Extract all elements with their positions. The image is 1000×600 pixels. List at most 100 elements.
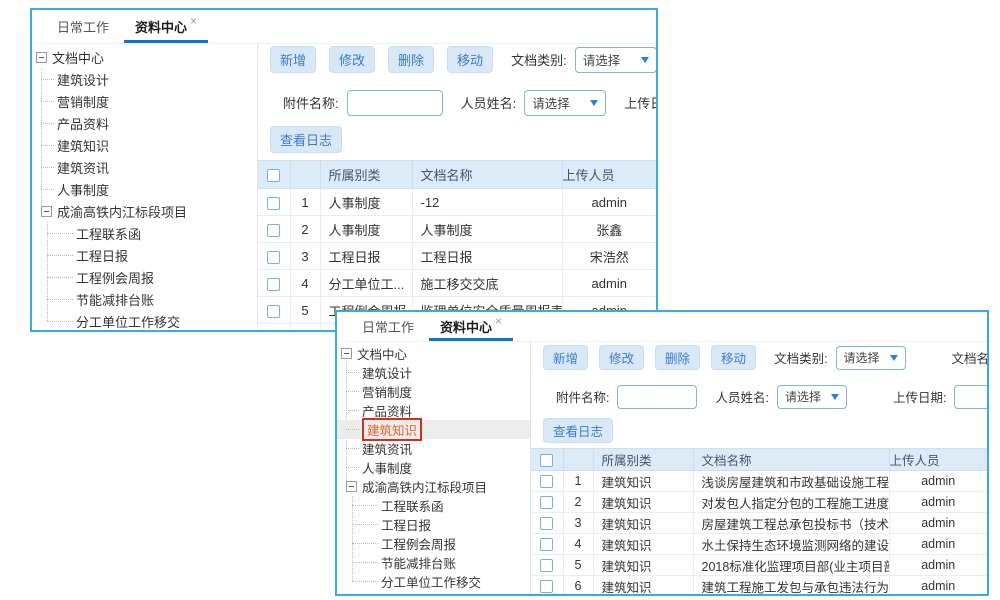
toolbar-button[interactable]: 移动 [447, 46, 493, 73]
table-row[interactable]: 4 分工单位工... 施工移交交底 admin [258, 270, 656, 297]
row-uploader: admin [889, 492, 987, 513]
tree-node[interactable]: 分工单位工作移交 [32, 310, 257, 330]
tree-connector [41, 189, 54, 190]
row-checkbox[interactable] [540, 559, 553, 572]
row-index: 4 [563, 534, 593, 555]
row-uploader: admin [889, 555, 987, 576]
tree-node[interactable]: 成渝高铁内江标段项目 [32, 200, 257, 222]
toolbar-button[interactable]: 新增 [543, 345, 588, 370]
toolbar-button[interactable]: 修改 [599, 345, 644, 370]
row-checkbox[interactable] [267, 305, 280, 318]
select-all-checkbox[interactable] [540, 454, 553, 467]
tree-connector [41, 167, 54, 168]
doc-category-select[interactable]: 请选择 [575, 47, 656, 73]
row-index: 6 [290, 324, 320, 331]
tree-node[interactable]: 建筑设计 [32, 68, 257, 90]
upload-date-input[interactable] [954, 385, 987, 409]
tree-node[interactable]: 建筑知识 [337, 420, 530, 439]
tree-node[interactable]: 分工单位工作移交 [337, 572, 530, 591]
table-row[interactable]: 4 建筑知识 水土保持生态环境监测网络的建设与... admin [531, 534, 987, 555]
row-uploader: admin [562, 270, 656, 297]
tree-node[interactable]: 工程例会周报 [32, 266, 257, 288]
row-checkbox[interactable] [267, 278, 280, 291]
tree-node[interactable]: 建筑资讯 [337, 439, 530, 458]
tab-daily-work[interactable]: 日常工作 [44, 10, 122, 43]
tab-data-center[interactable]: 资料中心 × [122, 10, 210, 43]
row-category: 建筑知识 [593, 555, 693, 576]
tree-node[interactable]: 建筑知识 [32, 134, 257, 156]
view-log-button[interactable]: 查看日志 [543, 418, 613, 443]
tree-node[interactable]: 建筑资讯 [32, 156, 257, 178]
row-checkbox[interactable] [267, 197, 280, 210]
row-checkbox[interactable] [540, 517, 553, 530]
toolbar-button[interactable]: 删除 [655, 345, 700, 370]
attachment-name-input[interactable] [347, 90, 443, 116]
upload-date-label: 上传日期: [893, 387, 946, 406]
tree-node[interactable]: 工程联系函 [32, 222, 257, 244]
tree-node[interactable]: 工程日报 [337, 515, 530, 534]
attachment-name-input[interactable] [617, 385, 697, 409]
table-row[interactable]: 5 建筑知识 2018标准化监理项目部(业主项目部)... admin [531, 555, 987, 576]
close-tab-icon[interactable]: × [495, 314, 502, 328]
table-row[interactable]: 3 工程日报 工程日报 宋浩然 [258, 243, 656, 270]
tab-daily-work[interactable]: 日常工作 [349, 312, 427, 341]
row-category: 人事制度 [320, 216, 412, 243]
doc-category-select[interactable]: 请选择 [836, 346, 906, 370]
documents-table: 所属别类 文档名称 上传人员 1 建筑知识 浅谈房屋建筑和市政基础设施工程施..… [531, 448, 987, 594]
row-checkbox[interactable] [267, 224, 280, 237]
tree-node[interactable]: 工程例会周报 [337, 534, 530, 553]
tree-node[interactable]: 人事制度 [32, 178, 257, 200]
toolbar-button[interactable]: 删除 [388, 46, 434, 73]
row-doc-name: -12 [412, 189, 562, 216]
tree-node[interactable]: 营销制度 [32, 90, 257, 112]
tree-node[interactable]: 节能减排台账 [337, 553, 530, 572]
toolbar-button[interactable]: 修改 [329, 46, 375, 73]
tree-node[interactable]: 人事制度 [337, 458, 530, 477]
row-checkbox[interactable] [540, 496, 553, 509]
tree-node[interactable]: 建筑设计 [337, 363, 530, 382]
tree-node[interactable]: 营销制度 [337, 382, 530, 401]
row-doc-name: 2018标准化监理项目部(业主项目部)... [693, 555, 889, 576]
tree-node-label: 工程联系函 [381, 496, 444, 515]
table-row[interactable]: 1 人事制度 -12 admin [258, 189, 656, 216]
tree-node[interactable]: 文档中心 [32, 46, 257, 68]
table-header-row: 所属别类 文档名称 上传人员 [531, 449, 987, 471]
document-tree: 文档中心 建筑设计 营销制度 [32, 44, 258, 330]
tree-node[interactable]: 产品资料 [32, 112, 257, 134]
row-checkbox[interactable] [540, 538, 553, 551]
table-row[interactable]: 3 建筑知识 房屋建筑工程总承包投标书（技术标... admin [531, 513, 987, 534]
toolbar-button[interactable]: 新增 [270, 46, 316, 73]
tree-node[interactable]: 工程联系函 [337, 496, 530, 515]
collapse-icon[interactable] [41, 206, 52, 217]
row-checkbox[interactable] [267, 251, 280, 264]
toolbar-button[interactable]: 移动 [711, 345, 756, 370]
collapse-icon[interactable] [36, 52, 47, 63]
data-center-window-1: 日常工作 资料中心 × 文档中心 [30, 8, 658, 332]
row-checkbox[interactable] [540, 475, 553, 488]
close-tab-icon[interactable]: × [190, 14, 197, 28]
view-log-button[interactable]: 查看日志 [270, 126, 342, 153]
person-name-select[interactable]: 请选择 [777, 385, 847, 409]
table-row[interactable]: 1 建筑知识 浅谈房屋建筑和市政基础设施工程施... admin [531, 471, 987, 492]
tree-node[interactable]: 工程日报 [32, 244, 257, 266]
tree-node[interactable]: 文档中心 [337, 344, 530, 363]
tree-node-label: 工程例会周报 [76, 268, 154, 287]
tree-connector [352, 524, 378, 525]
row-uploader: admin [562, 189, 656, 216]
table-row[interactable]: 2 建筑知识 对发包人指定分包的工程施工进度安... admin [531, 492, 987, 513]
select-all-checkbox[interactable] [267, 169, 280, 182]
row-index: 1 [290, 189, 320, 216]
tree-connector [41, 123, 54, 124]
row-category: 建筑知识 [593, 576, 693, 595]
collapse-icon[interactable] [346, 481, 357, 492]
table-row[interactable]: 2 人事制度 人事制度 张鑫 [258, 216, 656, 243]
collapse-icon[interactable] [341, 348, 352, 359]
tree-node[interactable]: 节能减排台账 [32, 288, 257, 310]
table-row[interactable]: 6 建筑知识 建筑工程施工发包与承包违法行为认... admin [531, 576, 987, 595]
row-checkbox[interactable] [540, 580, 553, 593]
tree-connector [346, 410, 359, 411]
person-name-select[interactable]: 请选择 [524, 90, 606, 116]
tab-data-center[interactable]: 资料中心 × [427, 312, 515, 341]
tree-node[interactable]: 成渝高铁内江标段项目 [337, 477, 530, 496]
document-tree: 文档中心 建筑设计 营销制度 [337, 342, 531, 594]
